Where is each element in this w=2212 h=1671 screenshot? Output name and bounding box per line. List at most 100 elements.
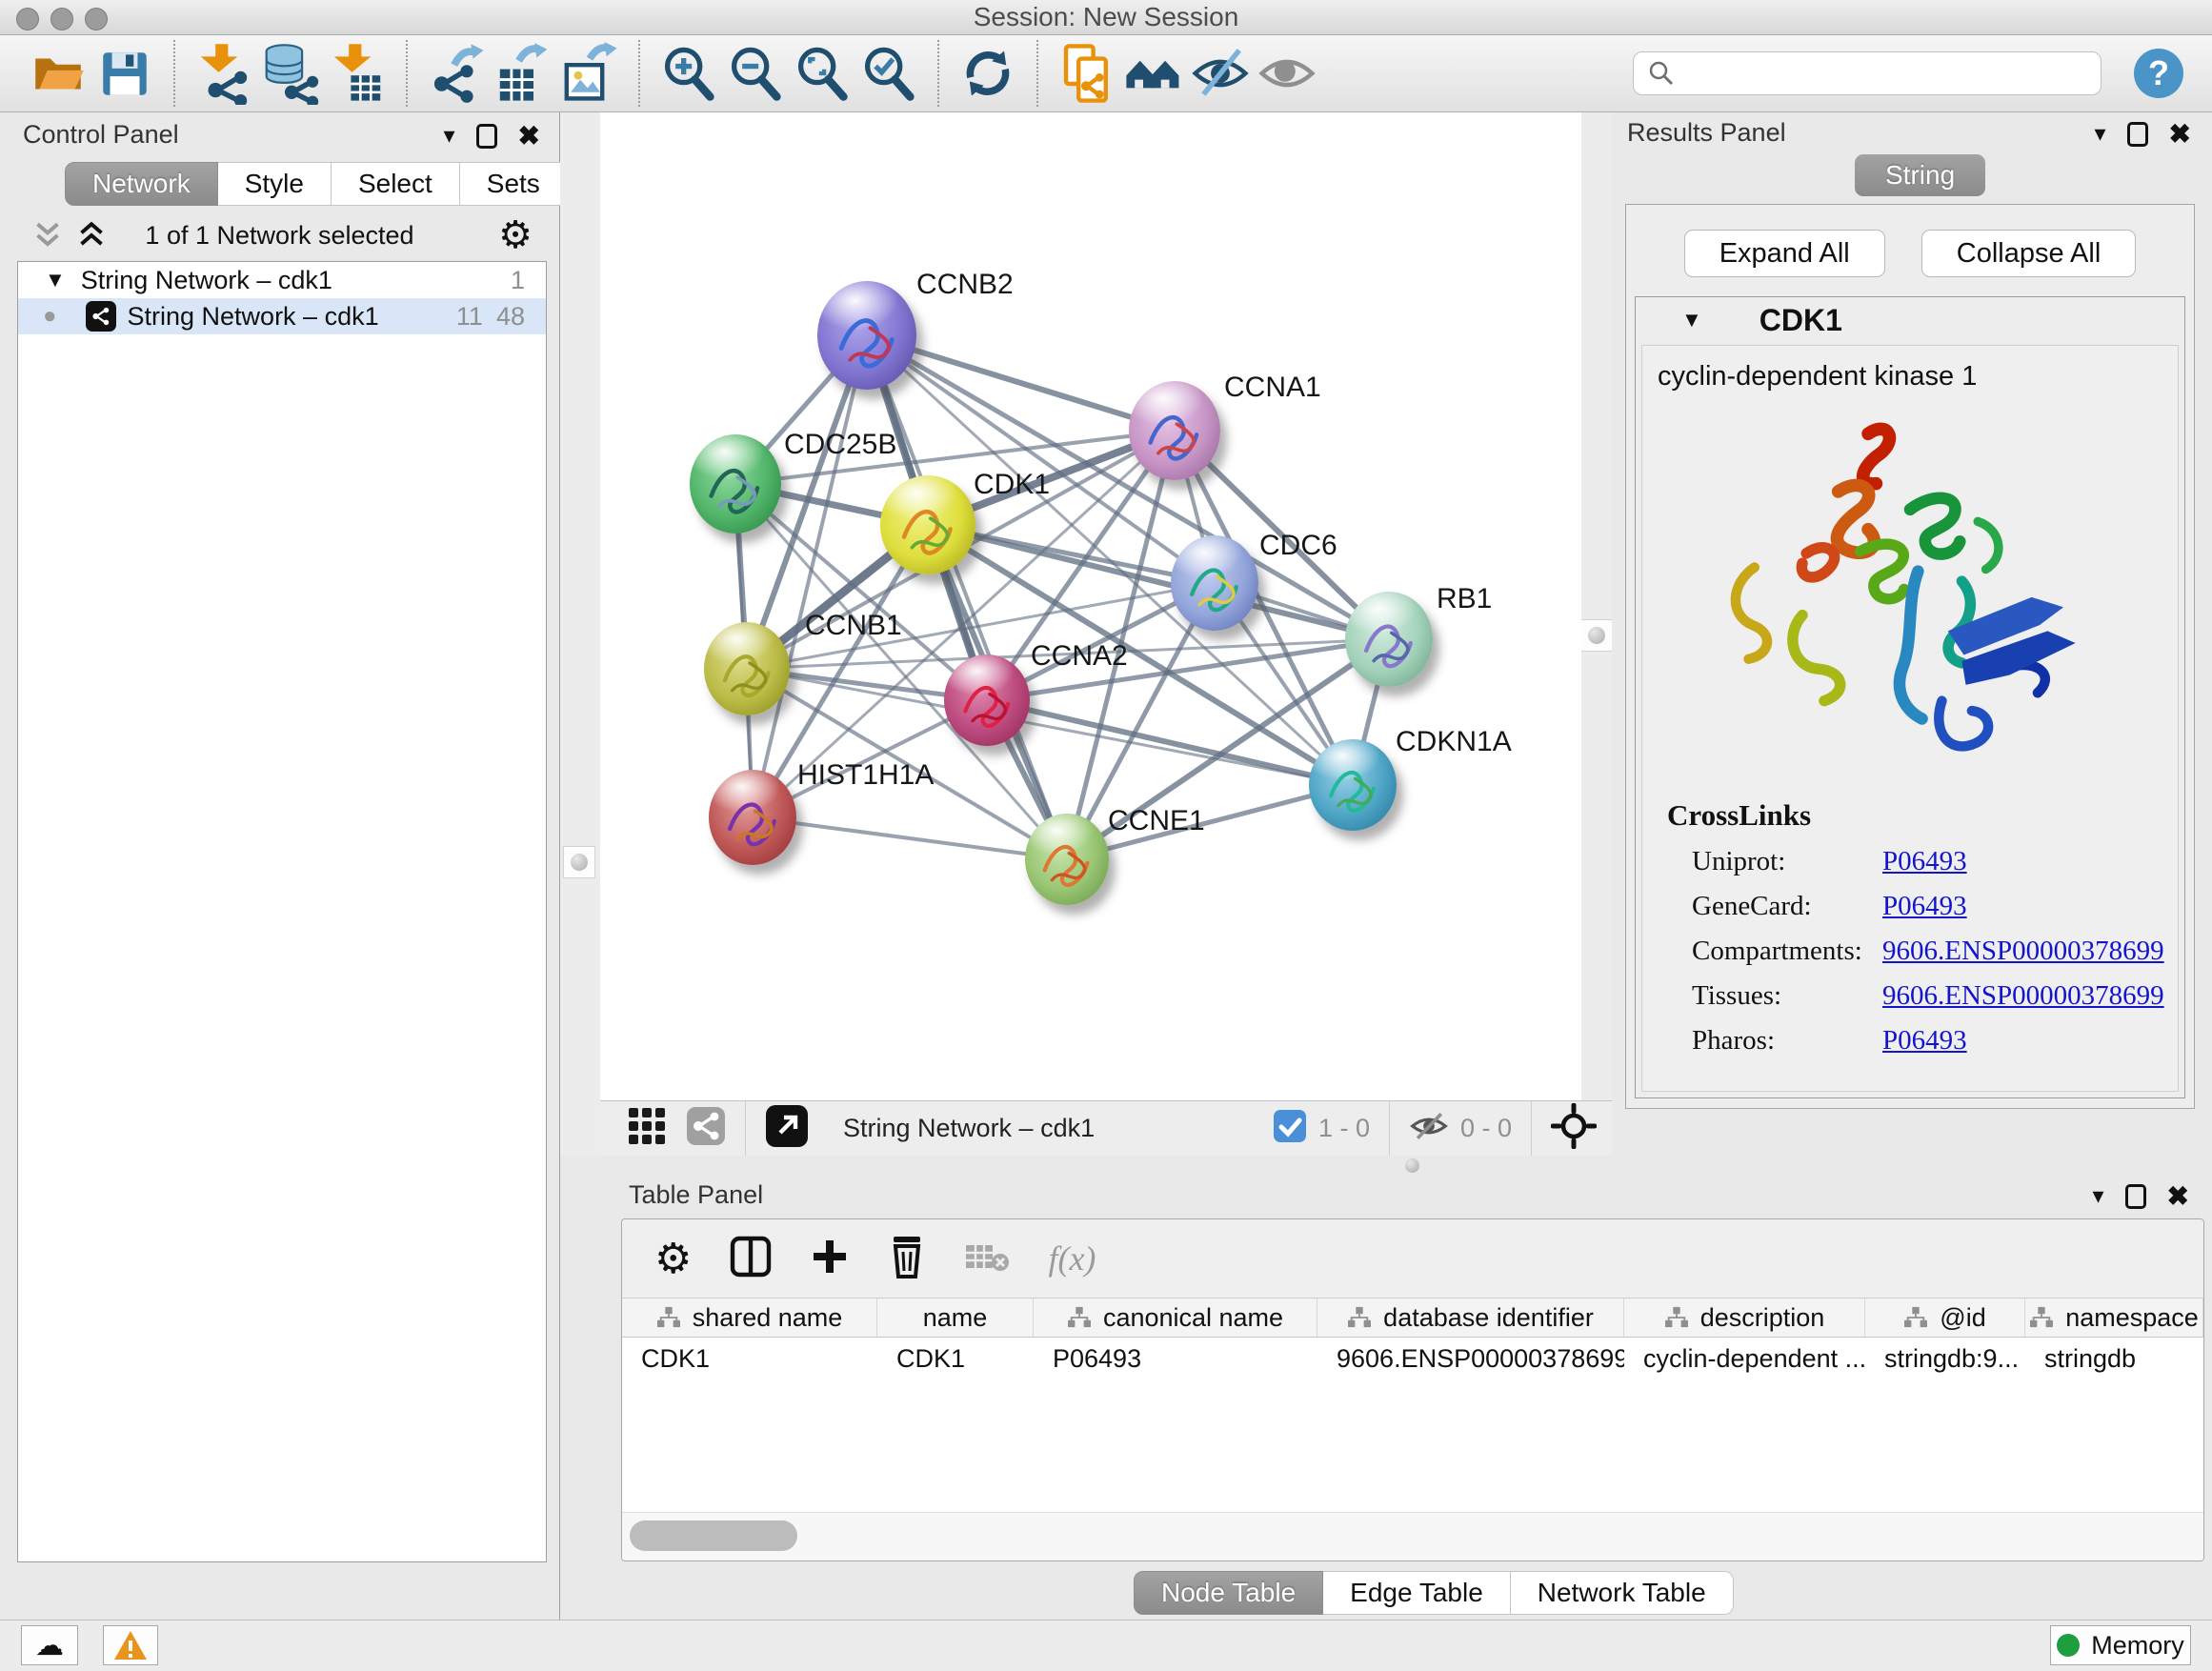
panel-float-icon[interactable] xyxy=(476,124,497,149)
panel-close-icon[interactable]: ✖ xyxy=(2167,1180,2189,1212)
cloud-icon: ☁ xyxy=(35,1629,64,1662)
show-columns-icon[interactable] xyxy=(730,1236,772,1282)
export-network-icon[interactable] xyxy=(423,40,490,107)
table-row[interactable]: CDK1CDK1P064939606.ENSP00000378699cyclin… xyxy=(622,1338,2203,1379)
network-row[interactable]: ● String Network – cdk1 11 48 xyxy=(18,298,546,334)
export-image-icon[interactable] xyxy=(556,40,623,107)
network-node-ccnb1[interactable] xyxy=(704,622,790,715)
panel-close-icon[interactable]: ✖ xyxy=(2169,118,2191,150)
right-splitter[interactable] xyxy=(1581,112,1612,1156)
selected-checkbox-icon[interactable] xyxy=(1273,1109,1307,1148)
crosslink-link[interactable]: P06493 xyxy=(1882,1025,1967,1057)
network-node-ccnb2[interactable] xyxy=(817,281,916,390)
protein-thumbnail-icon xyxy=(716,643,778,703)
open-in-window-icon[interactable] xyxy=(765,1104,809,1153)
zoom-in-icon[interactable] xyxy=(655,40,722,107)
tab-network-table[interactable]: Network Table xyxy=(1511,1571,1734,1615)
hide-selected-icon[interactable] xyxy=(1187,40,1254,107)
cloud-button[interactable]: ☁ xyxy=(21,1625,78,1665)
network-canvas[interactable]: CCNB2CCNA1CDC25BCDK1CDC6RB1CCNB1CCNA2CDK… xyxy=(600,112,1581,1100)
network-node-ccne1[interactable] xyxy=(1025,814,1109,905)
horizontal-splitter-handle[interactable] xyxy=(1405,1158,1419,1173)
network-node-ccna1[interactable] xyxy=(1129,381,1220,480)
column-header-shared-name[interactable]: shared name xyxy=(622,1299,877,1337)
section-expander-icon[interactable]: ▼ xyxy=(1681,308,1702,332)
refresh-view-icon[interactable] xyxy=(955,40,1021,107)
first-neighbors-icon[interactable] xyxy=(1120,40,1187,107)
zoom-fit-content-icon[interactable] xyxy=(789,40,855,107)
birdseye-view-icon[interactable] xyxy=(627,1106,667,1151)
tab-style[interactable]: Style xyxy=(218,162,332,206)
show-all-icon[interactable] xyxy=(1254,40,1320,107)
crosslink-link[interactable]: P06493 xyxy=(1882,846,1967,877)
network-node-rb1[interactable] xyxy=(1345,592,1433,687)
open-session-icon[interactable] xyxy=(25,40,91,107)
import-network-from-database-icon[interactable] xyxy=(257,40,324,107)
horizontal-splitter[interactable] xyxy=(600,1156,2212,1173)
panel-collapse-icon[interactable]: ▾ xyxy=(2094,120,2105,148)
network-edge[interactable] xyxy=(753,817,1067,859)
delete-column-icon[interactable] xyxy=(888,1235,926,1283)
network-node-cdkn1a[interactable] xyxy=(1309,739,1397,831)
column-header-name[interactable]: name xyxy=(877,1299,1034,1337)
search-input[interactable] xyxy=(1676,58,2080,90)
panel-float-icon[interactable] xyxy=(2127,122,2148,147)
network-node-ccna2[interactable] xyxy=(944,654,1030,746)
table-horizontal-scrollbar[interactable] xyxy=(622,1512,2203,1560)
column-header-@id[interactable]: @id xyxy=(1865,1299,2025,1337)
network-node-cdk1[interactable] xyxy=(880,475,975,574)
import-table-from-file-icon[interactable] xyxy=(324,40,391,107)
crosslink-row: Pharos:P06493 xyxy=(1692,1025,2178,1057)
string-results-box: Expand All Collapse All ▼ CDK1 cyclin-de… xyxy=(1625,204,2195,1109)
column-header-description[interactable]: description xyxy=(1624,1299,1865,1337)
column-header-namespace[interactable]: namespace xyxy=(2025,1299,2203,1337)
column-header-database-identifier[interactable]: database identifier xyxy=(1317,1299,1624,1337)
tab-network[interactable]: Network xyxy=(65,162,218,206)
network-node-cdc25b[interactable] xyxy=(690,434,781,534)
memory-button[interactable]: Memory xyxy=(2050,1625,2191,1665)
tab-node-table[interactable]: Node Table xyxy=(1134,1571,1323,1615)
network-edge[interactable] xyxy=(987,700,1353,785)
crosslink-link[interactable]: 9606.ENSP00000378699 xyxy=(1882,980,2164,1012)
collection-expander-icon[interactable]: ▼ xyxy=(45,268,66,292)
crosslink-link[interactable]: P06493 xyxy=(1882,891,1967,922)
left-splitter-handle[interactable] xyxy=(563,846,595,878)
network-node-hist1h1a[interactable] xyxy=(709,770,796,865)
network-edge[interactable] xyxy=(753,335,867,817)
export-table-icon[interactable] xyxy=(490,40,556,107)
expand-all-button[interactable]: Expand All xyxy=(1684,230,1885,277)
string-view-icon[interactable] xyxy=(686,1106,726,1151)
panel-collapse-icon[interactable]: ▾ xyxy=(2092,1182,2103,1210)
save-session-icon[interactable] xyxy=(91,40,158,107)
fit-selected-crosshair-icon[interactable] xyxy=(1551,1103,1597,1154)
zoom-selected-icon[interactable] xyxy=(855,40,922,107)
network-node-cdc6[interactable] xyxy=(1171,535,1258,631)
scrollbar-thumb[interactable] xyxy=(630,1520,797,1551)
collapse-all-button[interactable]: Collapse All xyxy=(1921,230,2137,277)
tab-edge-table[interactable]: Edge Table xyxy=(1323,1571,1511,1615)
panel-collapse-icon[interactable]: ▾ xyxy=(443,122,454,150)
search-box[interactable] xyxy=(1633,51,2101,95)
delete-table-icon[interactable] xyxy=(964,1239,1010,1278)
network-collection-row[interactable]: ▼ String Network – cdk1 1 xyxy=(18,262,546,298)
tab-select[interactable]: Select xyxy=(332,162,460,206)
warnings-button[interactable] xyxy=(103,1625,158,1665)
zoom-out-icon[interactable] xyxy=(722,40,789,107)
panel-float-icon[interactable] xyxy=(2125,1184,2146,1209)
panel-close-icon[interactable]: ✖ xyxy=(518,120,540,151)
function-builder-icon[interactable]: f(x) xyxy=(1048,1238,1096,1278)
crosslink-link[interactable]: 9606.ENSP00000378699 xyxy=(1882,936,2164,967)
right-splitter-handle[interactable] xyxy=(1580,619,1613,652)
hidden-eye-icon[interactable] xyxy=(1409,1110,1449,1147)
left-splitter[interactable] xyxy=(560,112,600,1156)
help-button[interactable]: ? xyxy=(2134,49,2183,98)
table-options-gear-icon[interactable]: ⚙ xyxy=(654,1235,692,1283)
node-section-header[interactable]: ▼ CDK1 xyxy=(1636,297,2184,343)
column-header-canonical-name[interactable]: canonical name xyxy=(1034,1299,1317,1337)
tab-sets[interactable]: Sets xyxy=(460,162,568,206)
add-column-icon[interactable] xyxy=(810,1237,850,1281)
tab-string[interactable]: String xyxy=(1855,154,1985,196)
import-network-from-file-icon[interactable] xyxy=(191,40,257,107)
clone-network-icon[interactable] xyxy=(1054,40,1120,107)
network-options-gear-icon[interactable]: ⚙ xyxy=(498,213,533,257)
